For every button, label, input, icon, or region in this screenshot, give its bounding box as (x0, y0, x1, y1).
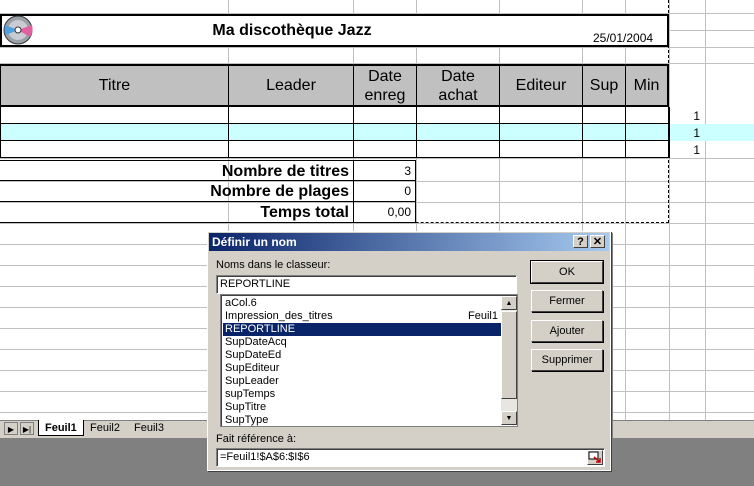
list-item[interactable]: SupLeader (223, 375, 502, 388)
header-leader[interactable]: Leader (229, 64, 354, 107)
names-label: Noms dans le classeur: (216, 259, 331, 271)
table-row[interactable] (0, 107, 669, 124)
summary-value-titres[interactable]: 3 (353, 160, 416, 181)
row-highlight-extension (669, 124, 754, 141)
nav-next-icon[interactable]: ▶ (4, 422, 18, 435)
header-editeur[interactable]: Editeur (500, 64, 583, 107)
header-titre[interactable]: Titre (0, 64, 229, 107)
sheet-date: 25/01/2004 (593, 31, 654, 45)
dialog-title: Définir un nom (209, 233, 609, 251)
delete-button[interactable]: Supprimer (531, 349, 603, 371)
list-item[interactable]: supTemps (223, 388, 502, 401)
side-value[interactable]: 1 (690, 126, 700, 140)
list-item[interactable]: Impression_des_titres Feuil1 (223, 310, 502, 323)
tab-feuil3[interactable]: Feuil3 (128, 420, 170, 436)
list-item[interactable]: SupEditeur (223, 362, 502, 375)
tab-feuil2[interactable]: Feuil2 (84, 420, 126, 436)
scroll-down-icon[interactable]: ▼ (501, 411, 517, 425)
header-sup[interactable]: Sup (583, 64, 626, 107)
ok-button[interactable]: OK (530, 260, 604, 284)
summary-label-plages[interactable]: Nombre de plages (0, 181, 353, 202)
sheet-title: Ma discothèque Jazz (212, 22, 372, 39)
scroll-thumb[interactable] (501, 311, 517, 399)
header-date-enreg[interactable]: Date enreg (354, 64, 417, 107)
help-icon[interactable]: ? (573, 235, 588, 248)
header-min[interactable]: Min (626, 64, 669, 107)
list-item[interactable]: SupTitre (223, 401, 502, 414)
summary-value-plages[interactable]: 0 (353, 181, 416, 202)
summary-label-temps[interactable]: Temps total (0, 202, 353, 223)
list-item[interactable]: SupType (223, 414, 502, 427)
summary-label-titres[interactable]: Nombre de titres (0, 160, 353, 181)
add-button[interactable]: Ajouter (531, 320, 603, 342)
summary-value-temps[interactable]: 0,00 (353, 202, 416, 223)
scroll-up-icon[interactable]: ▲ (501, 296, 517, 310)
table-row-selected[interactable] (0, 124, 754, 141)
refers-label: Fait référence à: (216, 433, 297, 445)
name-input[interactable]: REPORTLINE (216, 275, 517, 294)
table-row[interactable] (0, 141, 669, 158)
refers-input[interactable]: =Feuil1!$A$6:$I$6 (216, 448, 605, 467)
side-value[interactable]: 1 (690, 109, 700, 123)
print-area-border (0, 222, 669, 223)
list-item[interactable]: aCol.6 (223, 297, 502, 310)
nav-last-icon[interactable]: ▶| (20, 422, 34, 435)
list-item-selected[interactable]: REPORTLINE (222, 322, 503, 337)
header-date-achat[interactable]: Date achat (417, 64, 500, 107)
collapse-dialog-icon[interactable] (587, 450, 603, 465)
close-icon[interactable]: ✕ (590, 235, 605, 248)
tab-feuil1[interactable]: Feuil1 (38, 420, 84, 436)
side-value[interactable]: 1 (690, 143, 700, 157)
close-button[interactable]: Fermer (531, 290, 603, 312)
list-item[interactable]: SupDateEd (223, 349, 502, 362)
list-item[interactable]: SupDateAcq (223, 336, 502, 349)
print-area-border (668, 0, 669, 223)
